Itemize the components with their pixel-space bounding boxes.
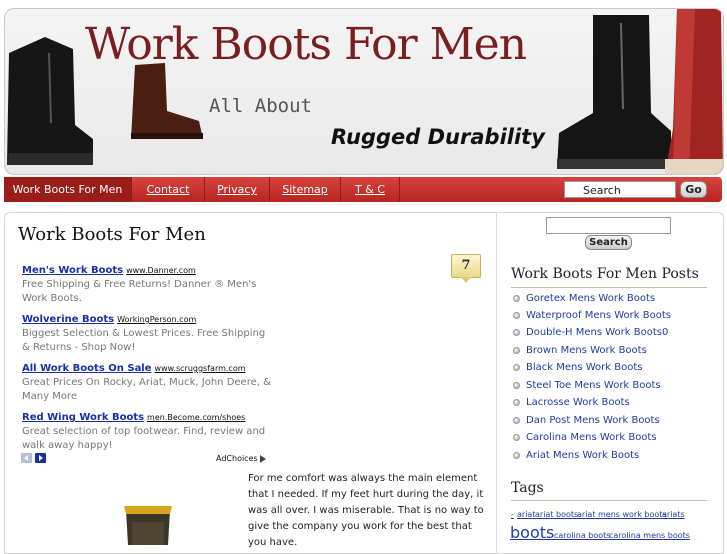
- ad-title-link[interactable]: All Work Boots On Sale: [22, 363, 152, 374]
- sidebar-post-label: Ariat Mens Work Boots: [526, 450, 640, 461]
- tag-link[interactable]: carolina mens boots: [609, 531, 690, 540]
- sidebar-post-label: Dan Post Mens Work Boots: [526, 415, 660, 426]
- tag-link[interactable]: ariats: [662, 510, 685, 519]
- sidebar-post-label: Goretex Mens Work Boots: [526, 293, 656, 304]
- ad-prev-arrow-icon[interactable]: [21, 453, 32, 463]
- header-banner: Work Boots For Men All About Rugged Dura…: [4, 8, 724, 175]
- sidebar-post-link[interactable]: Ariat Mens Work Boots: [513, 450, 639, 464]
- nav-item-privacy[interactable]: Privacy: [205, 177, 270, 202]
- ad-description: Free Shipping & Free Returns! Danner ® M…: [22, 279, 257, 304]
- bullet-icon: [513, 311, 520, 319]
- sidebar-post-label: Double-H Mens Work Boots0: [526, 327, 669, 338]
- tagline-rugged-durability: Rugged Durability: [331, 125, 545, 149]
- bullet-icon: [513, 433, 520, 441]
- sidebar-post-link[interactable]: Black Mens Work Boots: [513, 362, 642, 376]
- tag-link[interactable]: -: [511, 510, 514, 519]
- adchoices-label: AdChoices: [216, 454, 258, 463]
- sidebar-post-link[interactable]: Steel Toe Mens Work Boots: [513, 380, 661, 394]
- nav-search-input[interactable]: Search: [564, 181, 676, 198]
- ad-url-link[interactable]: WorkingPerson.com: [117, 315, 196, 324]
- tag-link[interactable]: carolina boots: [554, 531, 610, 540]
- tags-widget-title: Tags: [511, 480, 544, 496]
- ad-title-link[interactable]: Men's Work Boots: [22, 265, 123, 276]
- adchoices-link[interactable]: AdChoices: [216, 454, 266, 463]
- nav-go-button[interactable]: Go: [680, 181, 707, 198]
- tag-link[interactable]: boots: [510, 523, 554, 542]
- adchoices-icon: [259, 454, 266, 463]
- sidebar-post-link[interactable]: Goretex Mens Work Boots: [513, 293, 655, 307]
- tags-widget-divider: [511, 500, 707, 501]
- ad-description: Biggest Selection & Lowest Prices. Free …: [22, 328, 266, 353]
- ad-title-link[interactable]: Wolverine Boots: [22, 314, 114, 325]
- tagline-all-about: All About: [209, 95, 312, 117]
- sidebar-search-input[interactable]: [546, 217, 671, 234]
- brown-boot-image: [131, 63, 203, 139]
- bullet-icon: [513, 381, 520, 389]
- nav-item-contact[interactable]: Contact: [132, 177, 205, 202]
- black-boot-image: [7, 37, 93, 165]
- sidebar-post-link[interactable]: Lacrosse Work Boots: [513, 397, 630, 411]
- sidebar-post-label: Lacrosse Work Boots: [526, 397, 630, 408]
- sidebar-post-link[interactable]: Brown Mens Work Boots: [513, 345, 647, 359]
- ad-description: Great selection of top footwear. Find, r…: [22, 426, 266, 451]
- ad-unit: Red Wing Work Boots men.Become.com/shoes …: [22, 405, 272, 453]
- bullet-icon: [513, 363, 520, 371]
- post-title: Work Boots For Men: [18, 224, 206, 245]
- ad-unit: All Work Boots On Sale www.scruggsfarm.co…: [22, 356, 272, 404]
- bullet-icon: [513, 398, 520, 406]
- post-body-text: For me comfort was always the main eleme…: [248, 473, 484, 548]
- site-title: Work Boots For Men: [85, 19, 527, 70]
- bullet-icon: [513, 294, 520, 302]
- sidebar-post-label: Steel Toe Mens Work Boots: [526, 380, 661, 391]
- posts-widget-divider: [511, 287, 707, 288]
- bullet-icon: [513, 346, 520, 354]
- ad-next-arrow-icon[interactable]: [35, 453, 46, 463]
- sidebar-search-button[interactable]: Search: [585, 235, 632, 250]
- bullet-icon: [513, 451, 520, 459]
- rubber-work-boot-image: [124, 506, 172, 545]
- nav-item-home[interactable]: Work Boots For Men: [4, 177, 132, 202]
- ad-unit: Men's Work Boots www.Danner.com Free Ship…: [22, 258, 272, 306]
- sidebar-post-label: Brown Mens Work Boots: [526, 345, 647, 356]
- nav-item-sitemap[interactable]: Sitemap: [270, 177, 341, 202]
- ad-url-link[interactable]: men.Become.com/shoes: [147, 413, 245, 422]
- tag-link[interactable]: ariat boots: [535, 510, 578, 519]
- ad-unit: Wolverine Boots WorkingPerson.com Biggest…: [22, 307, 272, 355]
- comment-count-badge[interactable]: 7: [451, 254, 481, 283]
- sidebar-post-link[interactable]: Dan Post Mens Work Boots: [513, 415, 660, 429]
- sidebar-post-label: Black Mens Work Boots: [526, 362, 643, 373]
- sidebar-post-link[interactable]: Carolina Mens Work Boots: [513, 432, 657, 446]
- ad-url-link[interactable]: www.Danner.com: [126, 266, 196, 275]
- ad-title-link[interactable]: Red Wing Work Boots: [22, 412, 144, 423]
- tag-link[interactable]: ariat: [517, 510, 535, 519]
- sidebar-post-label: Carolina Mens Work Boots: [526, 432, 657, 443]
- rubber-boot-image: [665, 9, 723, 174]
- ad-url-link[interactable]: www.scruggsfarm.com: [155, 364, 246, 373]
- bullet-icon: [513, 328, 520, 336]
- posts-widget-title: Work Boots For Men Posts: [511, 266, 699, 282]
- ad-description: Great Prices On Rocky, Ariat, Muck, John…: [22, 377, 271, 402]
- sidebar-post-link[interactable]: Waterproof Mens Work Boots: [513, 310, 671, 324]
- bullet-icon: [513, 416, 520, 424]
- sidebar-post-label: Waterproof Mens Work Boots: [526, 310, 671, 321]
- tag-link[interactable]: ariat mens work boots: [577, 510, 667, 519]
- nav-item-terms[interactable]: T & C: [341, 177, 400, 202]
- sidebar-post-link[interactable]: Double-H Mens Work Boots0: [513, 327, 668, 341]
